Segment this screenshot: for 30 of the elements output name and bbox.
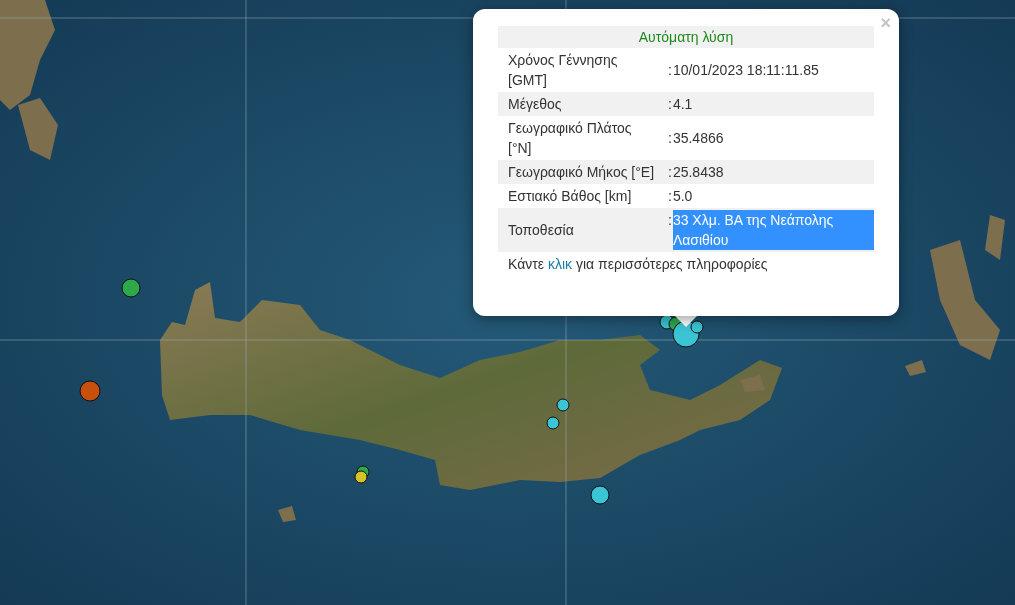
island-drawing [905,360,926,376]
more-info-link[interactable]: κλικ [547,256,573,272]
earthquake-marker[interactable] [121,278,141,298]
field-label: Χρόνος Γέννησης [GMT] [507,51,619,90]
field-label: Γεωγραφικό Πλάτος [°N] [507,119,633,158]
colon-separator: : [668,163,672,182]
earthquake-marker[interactable] [79,380,101,402]
more-info-text: Κάντε κλικ για περισσότερες πληροφορίες [508,255,769,274]
field-value: 35.4866 [672,129,724,148]
field-label: Γεωγραφικό Μήκος [°E] [507,163,656,182]
colon-separator: : [668,61,672,80]
colon-separator: : [668,129,672,148]
field-value: 10/01/2023 18:11:11.85 [672,61,819,80]
field-value: 5.0 [672,187,693,206]
popup-title: Αυτόματη λύση [498,26,874,48]
colon-separator: : [668,187,672,206]
field-label: Εστιακό Βάθος [km] [507,187,633,206]
field-label: Μέγεθος [507,95,563,114]
colon-separator: : [668,211,672,230]
field-value: 25.8438 [672,163,724,182]
earthquake-marker[interactable] [590,485,610,505]
field-label: Τοποθεσία [507,221,575,240]
island-drawing [278,506,296,522]
field-value: 4.1 [672,95,693,114]
earthquake-marker[interactable] [546,416,560,430]
colon-separator: : [668,95,672,114]
earthquake-marker[interactable] [354,470,368,484]
earthquake-marker[interactable] [690,320,704,334]
earthquake-marker[interactable] [556,398,570,412]
field-value: 33 Χλμ. ΒΑ της Νεάπολης Λασιθίου [672,210,874,250]
